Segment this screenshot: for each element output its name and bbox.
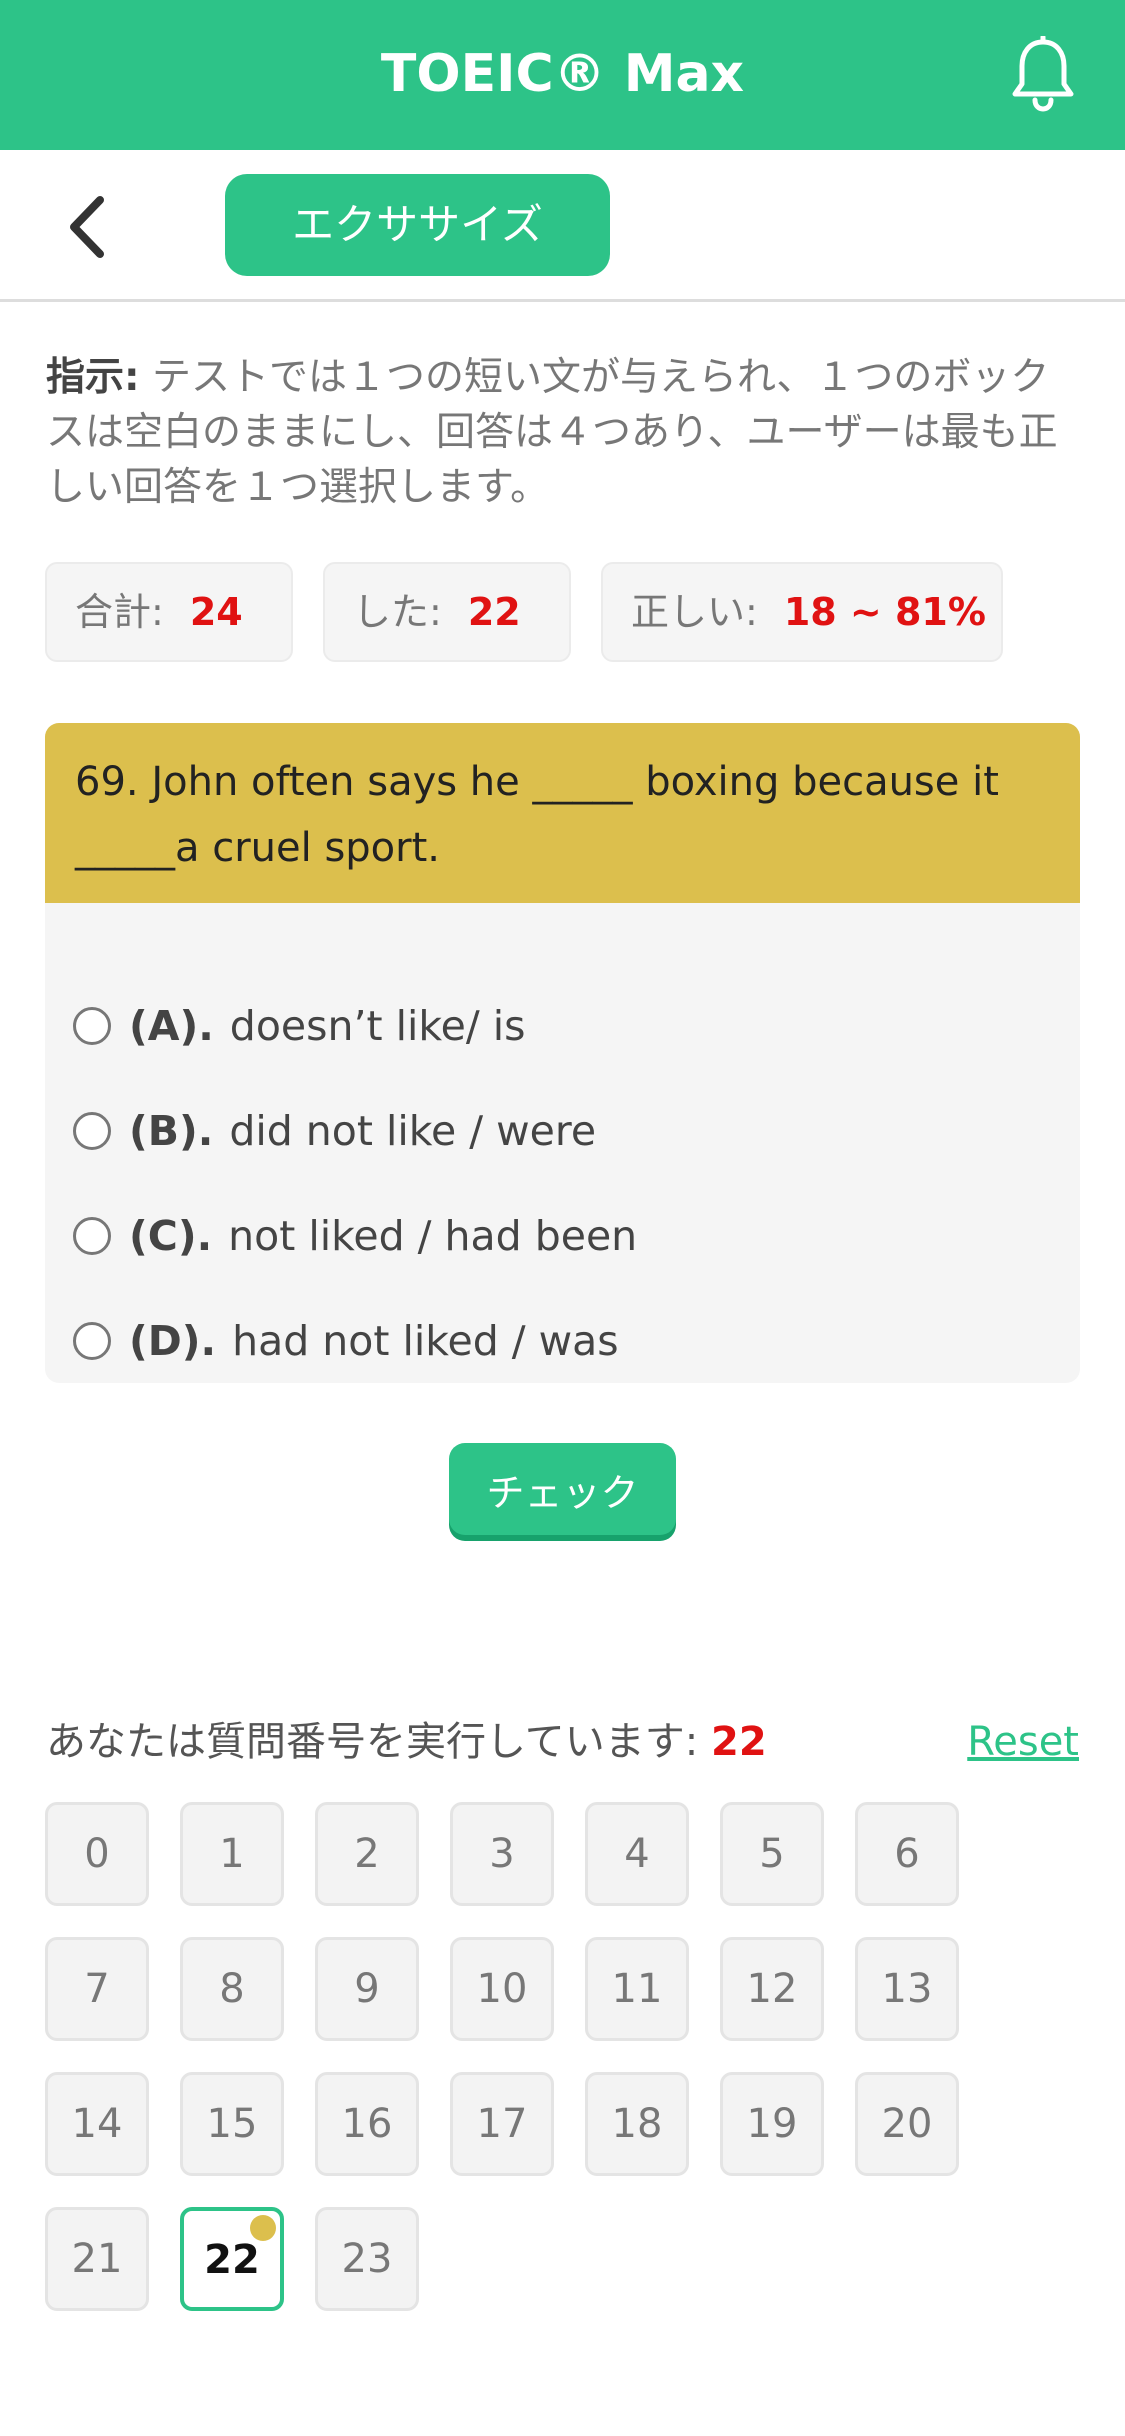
option-d-text: had not liked / was — [232, 1317, 619, 1365]
radio-a[interactable] — [73, 1007, 111, 1045]
progress-text: あなたは質問番号を実行しています: — [46, 1719, 699, 1765]
question-number-button[interactable]: 15 — [180, 2072, 284, 2176]
progress-current: 22 — [711, 1719, 767, 1765]
question-number-button[interactable]: 6 — [855, 1802, 959, 1906]
current-indicator-dot — [250, 2215, 276, 2241]
instruction-text: 指示: テストでは１つの短い文が与えられ、１つのボックスは空白のままにし、回答は… — [46, 350, 1081, 515]
option-a-text: doesn’t like/ is — [229, 1002, 526, 1050]
question-number-button[interactable]: 5 — [720, 1802, 824, 1906]
question-card: 69. John often says he _____ boxing beca… — [45, 723, 1080, 1383]
question-number-button[interactable]: 8 — [180, 1937, 284, 2041]
check-button[interactable]: チェック — [449, 1443, 676, 1535]
sub-bar: エクササイズ — [0, 150, 1125, 302]
option-c[interactable]: (C). not liked / had been — [73, 1196, 637, 1276]
instruction-body: テストでは１つの短い文が与えられ、１つのボックスは空白のままにし、回答は４つあり… — [46, 355, 1058, 510]
instruction-label: 指示: — [46, 355, 140, 400]
back-arrow-icon[interactable] — [60, 192, 120, 262]
question-text: 69. John often says he _____ boxing beca… — [45, 723, 1080, 903]
stat-correct: 正しい: 18 ~ 81% — [601, 562, 1003, 662]
question-number-button[interactable]: 21 — [45, 2207, 149, 2311]
bell-icon[interactable] — [1008, 36, 1078, 114]
question-number-button[interactable]: 13 — [855, 1937, 959, 2041]
radio-c[interactable] — [73, 1217, 111, 1255]
question-number-button[interactable]: 20 — [855, 2072, 959, 2176]
exercise-tab-button[interactable]: エクササイズ — [225, 174, 610, 276]
question-number-button[interactable]: 10 — [450, 1937, 554, 2041]
question-number-button[interactable]: 2 — [315, 1802, 419, 1906]
option-a-letter: (A). — [129, 1002, 214, 1050]
option-b[interactable]: (B). did not like / were — [73, 1091, 596, 1171]
question-number-button[interactable]: 14 — [45, 2072, 149, 2176]
question-number-button[interactable]: 18 — [585, 2072, 689, 2176]
question-number-button[interactable]: 17 — [450, 2072, 554, 2176]
stat-correct-label: 正しい: — [631, 590, 758, 634]
question-number-button[interactable]: 3 — [450, 1802, 554, 1906]
radio-d[interactable] — [73, 1322, 111, 1360]
stat-done-value: 22 — [467, 590, 521, 634]
question-number-button[interactable]: 4 — [585, 1802, 689, 1906]
app-title: TOEIC® Max — [380, 44, 745, 104]
question-number-button-current[interactable]: 22 — [180, 2207, 284, 2311]
option-d[interactable]: (D). had not liked / was — [73, 1301, 619, 1381]
question-number-button[interactable]: 16 — [315, 2072, 419, 2176]
question-number-button[interactable]: 9 — [315, 1937, 419, 2041]
current-question-number: 22 — [204, 2237, 260, 2283]
question-line-1: 69. John often says he _____ boxing beca… — [75, 759, 999, 805]
question-number-button[interactable]: 23 — [315, 2207, 419, 2311]
stat-total-label: 合計: — [75, 590, 164, 634]
stat-done: した: 22 — [323, 562, 571, 662]
question-number-button[interactable]: 11 — [585, 1937, 689, 2041]
question-number-button[interactable]: 0 — [45, 1802, 149, 1906]
option-c-letter: (C). — [129, 1212, 213, 1260]
option-d-letter: (D). — [129, 1317, 217, 1365]
progress-label: あなたは質問番号を実行しています: 22 — [46, 1710, 767, 1774]
reset-link[interactable]: Reset — [967, 1710, 1079, 1774]
option-b-letter: (B). — [129, 1107, 214, 1155]
option-c-text: not liked / had been — [228, 1212, 638, 1260]
stat-total: 合計: 24 — [45, 562, 293, 662]
question-line-2: _____a cruel sport. — [75, 825, 440, 871]
question-number-button[interactable]: 19 — [720, 2072, 824, 2176]
question-number-button[interactable]: 12 — [720, 1937, 824, 2041]
stat-done-label: した: — [353, 590, 442, 634]
stat-correct-value: 18 ~ 81% — [783, 590, 986, 634]
stat-total-value: 24 — [189, 590, 243, 634]
question-number-button[interactable]: 1 — [180, 1802, 284, 1906]
radio-b[interactable] — [73, 1112, 111, 1150]
question-number-button[interactable]: 7 — [45, 1937, 149, 2041]
option-b-text: did not like / were — [229, 1107, 597, 1155]
app-bar: TOEIC® Max — [0, 0, 1125, 150]
option-a[interactable]: (A). doesn’t like/ is — [73, 986, 526, 1066]
